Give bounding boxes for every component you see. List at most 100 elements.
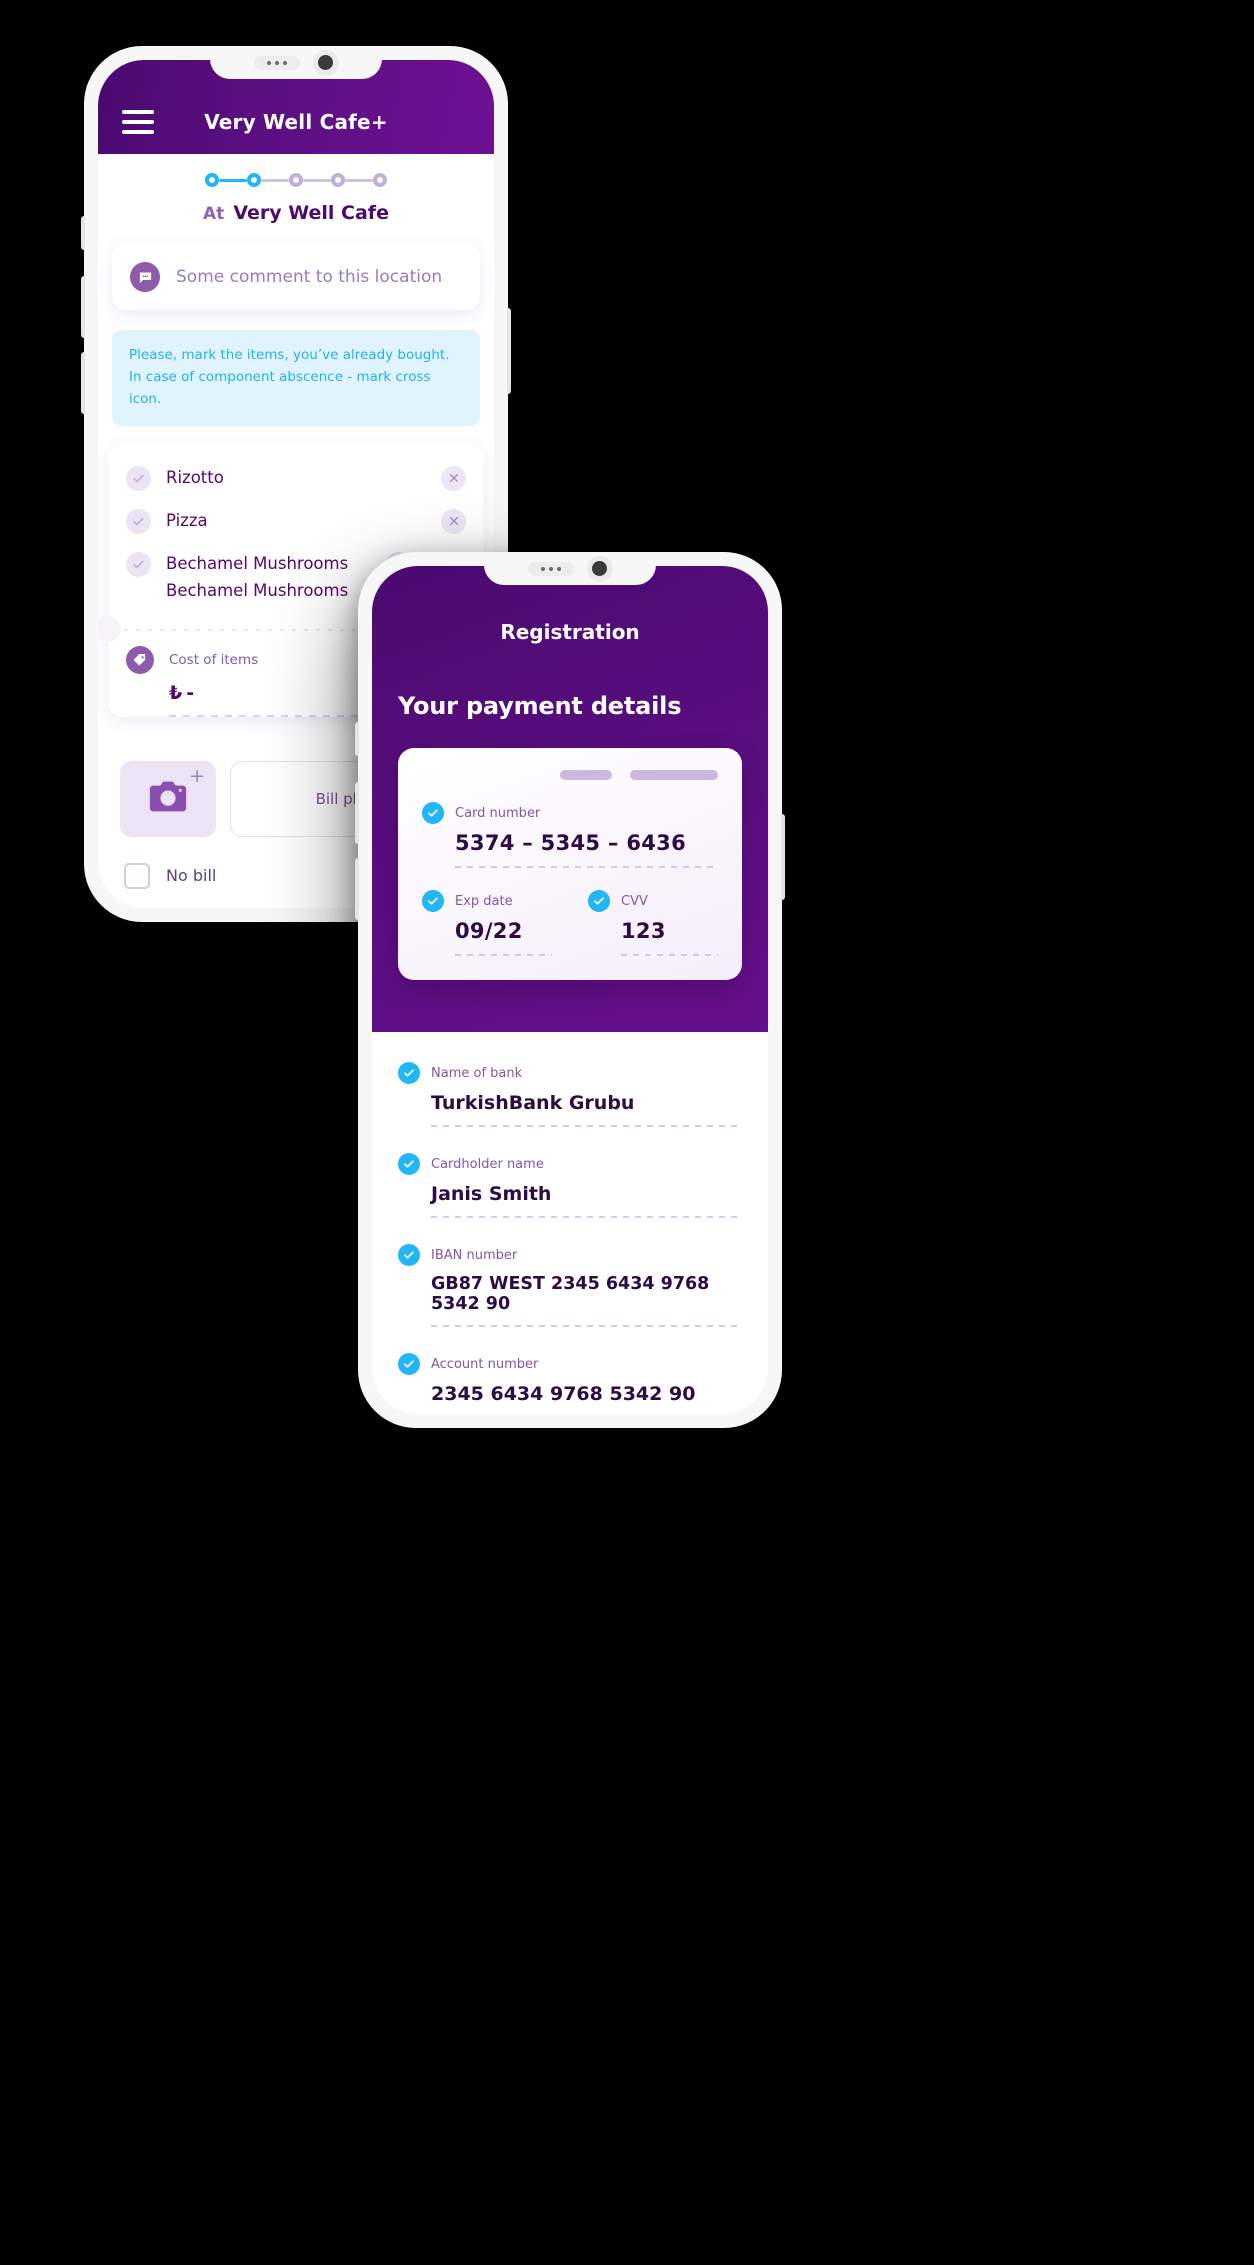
field-row[interactable]: IBAN number GB87 WEST 2345 6434 9768 534… [398,1244,742,1327]
location-prefix: At [203,204,225,224]
no-bill-checkbox[interactable] [124,862,150,889]
location-name: Very Well Cafe [233,202,389,224]
card-cvv-col: CVV 123 [588,890,718,956]
phone1-mute-button[interactable] [81,216,85,250]
chat-bubble-icon [130,262,160,292]
close-icon[interactable] [441,465,466,491]
phone2-notch [484,552,656,585]
stepper-line-1 [219,178,247,182]
cvv-underline [621,954,718,956]
cvv-label-row: CVV [588,890,718,912]
cardholder-label-row: Cardholder name [398,1153,742,1175]
check-circle-icon [398,1244,420,1266]
card-number-underline [455,866,718,868]
page-title: Very Well Cafe+ [204,110,388,134]
instruction-info-box: Please, mark the items, you’ve already b… [112,330,480,426]
stepper-dot-5[interactable] [373,173,387,187]
phone1-notch [210,46,382,79]
earpiece-speaker [253,55,300,70]
check-circle-icon[interactable] [126,551,151,577]
check-circle-icon [398,1062,420,1084]
stepper-dot-2[interactable] [247,173,261,187]
check-circle-icon [398,1353,420,1375]
field-row[interactable]: Name of bank TurkishBank Grubu [398,1062,742,1127]
bank-name-label-row: Name of bank [398,1062,742,1084]
stepper-dot-3[interactable] [289,173,303,187]
cost-amount: - [186,681,199,704]
stepper-dot-1[interactable] [205,173,219,187]
comment-input-card[interactable]: Some comment to this location [112,244,480,310]
field-label: Cardholder name [431,1156,544,1172]
phone2-volume-down-button[interactable] [355,858,359,920]
stepper-line-2 [261,178,289,182]
account-number-label-row: Account number [398,1353,742,1375]
exp-date-label: Exp date [455,893,513,909]
field-value: Janis Smith [431,1183,552,1205]
location-heading: At Very Well Cafe [98,202,494,224]
check-circle-icon [588,890,610,912]
field-underline [431,1216,742,1218]
comment-placeholder: Some comment to this location [176,267,443,287]
phone2-power-button[interactable] [781,814,785,900]
field-value: 2345 6434 9768 5342 90 [431,1383,696,1405]
field-value: GB87 WEST 2345 6434 9768 5342 90 [431,1274,710,1314]
price-tag-icon [126,645,154,674]
cvv-label: CVV [621,893,648,909]
phone2-mute-button[interactable] [355,722,359,756]
card-chip-row [422,770,718,780]
exp-date-underline [455,954,552,956]
exp-label-row: Exp date [422,890,552,912]
camera-icon [148,780,188,817]
front-camera-icon [312,49,339,76]
card-exp-col: Exp date 09/22 [422,890,552,956]
exp-date-value: 09/22 [455,919,523,943]
payment-details-subtitle: Your payment details [398,692,682,720]
earpiece-speaker [527,561,574,576]
registration-title: Registration [500,620,640,644]
stepper-line-3 [303,178,331,182]
phone2-hero: Registration Your payment details Card n… [372,566,768,1032]
currency-symbol: ₺ [169,681,187,704]
field-row[interactable]: Cardholder name Janis Smith [398,1153,742,1218]
camera-upload-button[interactable]: + [120,760,216,837]
stepper-dot-4[interactable] [331,173,345,187]
list-item[interactable]: Rizotto [108,464,484,507]
check-circle-icon [422,802,444,824]
card-chip-bar-long [630,770,718,780]
divider-notch-left [98,615,121,642]
card-exp-cvv-row: Exp date 09/22 CVV 123 [422,890,718,956]
phone1-volume-down-button[interactable] [81,352,85,414]
field-label: IBAN number [431,1247,518,1263]
phone1-volume-up-button[interactable] [81,276,85,338]
card-chip-bar-short [560,770,612,780]
item-label: Bechamel Mushrooms Bechamel Mushrooms [166,553,349,601]
field-label: Account number [431,1356,539,1372]
progress-stepper [98,154,494,187]
check-circle-icon[interactable] [126,465,151,491]
no-bill-label: No bill [166,866,217,886]
field-row[interactable]: Account number 2345 6434 9768 5342 90 [398,1353,742,1405]
card-number-label: Card number [455,805,541,821]
payment-card: Card number 5374 – 5345 – 6436 Exp date [398,748,742,980]
check-circle-icon[interactable] [126,508,151,534]
plus-icon: + [189,764,205,787]
stepper-line-4 [345,178,373,182]
cost-label: Cost of items [169,651,259,668]
field-label: Name of bank [431,1065,523,1081]
front-camera-icon [586,555,613,582]
check-circle-icon [398,1153,420,1175]
phone1-power-button[interactable] [507,308,511,394]
field-value: TurkishBank Grubu [431,1092,635,1114]
field-underline [431,1325,742,1327]
screenshot-stage: Very Well Cafe+ At Very Well Cafe Some c… [0,0,1254,2265]
list-item[interactable]: Pizza [108,507,484,550]
iban-label-row: IBAN number [398,1244,742,1266]
phone2-volume-up-button[interactable] [355,782,359,844]
field-underline [431,1125,742,1127]
card-number-value: 5374 – 5345 – 6436 [455,831,686,855]
hamburger-menu-icon[interactable] [122,110,154,134]
check-circle-icon [422,890,444,912]
close-icon[interactable] [441,508,466,534]
item-label: Pizza [166,510,208,530]
bank-fields-list: Name of bank TurkishBank Grubu Cardholde… [372,1032,768,1405]
